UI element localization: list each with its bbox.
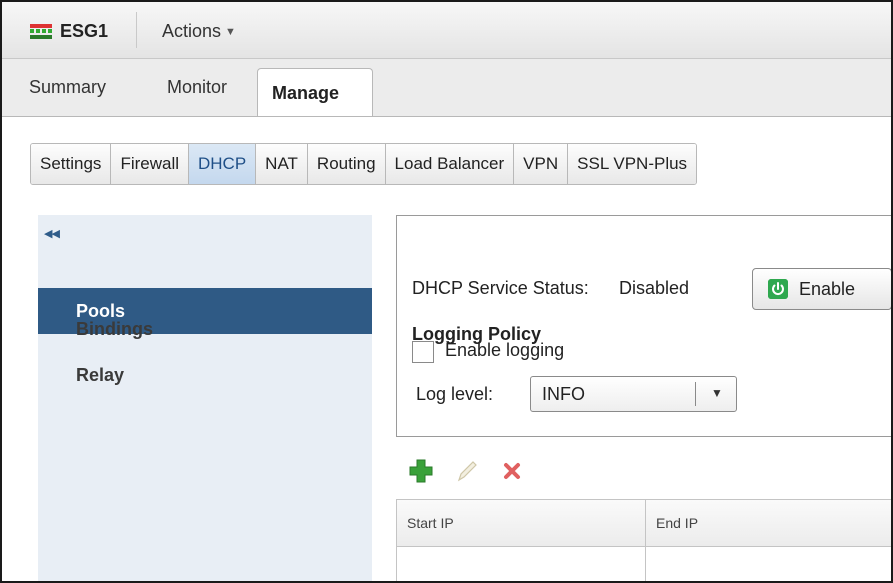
add-icon[interactable]	[408, 458, 434, 484]
title-bar: ESG1 Actions ▼	[2, 2, 891, 59]
column-start-ip[interactable]: Start IP	[407, 515, 454, 531]
select-divider	[695, 382, 696, 406]
delete-icon[interactable]	[499, 458, 525, 484]
actions-label: Actions	[162, 21, 222, 41]
service-status-value: Disabled	[619, 278, 690, 298]
enable-button-label: Enable	[799, 279, 856, 299]
subtab-firewall[interactable]: Firewall	[111, 144, 189, 184]
enable-logging-label: Enable logging	[445, 340, 565, 360]
subtab-routing[interactable]: Routing	[307, 144, 386, 184]
tab-summary[interactable]: Summary	[29, 77, 106, 98]
log-level-value: INFO	[542, 384, 585, 404]
column-divider	[645, 500, 646, 581]
edge-gateway-icon	[30, 24, 52, 39]
actions-menu[interactable]: Actions ▼	[162, 21, 236, 42]
pools-table: Start IP End IP	[396, 499, 891, 581]
edit-icon[interactable]	[454, 458, 480, 484]
window: ESG1 Actions ▼ Summary Monitor Manage Set…	[0, 0, 893, 583]
subtab-nat[interactable]: NAT	[256, 144, 308, 184]
tab-monitor[interactable]: Monitor	[167, 77, 227, 98]
dhcp-settings-panel: DHCP Service Status: Disabled Enable Log…	[396, 215, 891, 437]
subtab-settings[interactable]: Settings	[31, 144, 112, 184]
chevron-down-icon: ▼	[225, 26, 236, 38]
subtab-vpn[interactable]: VPN	[514, 144, 569, 184]
object-title: ESG1	[60, 21, 109, 41]
enable-button[interactable]: Enable	[752, 268, 891, 310]
double-chevron-left-icon[interactable]: ◀◀	[44, 227, 60, 240]
subtab-load-balancer[interactable]: Load Balancer	[385, 144, 515, 184]
log-level-select[interactable]: INFO ▼	[530, 376, 737, 412]
subtab-dhcp[interactable]: DHCP	[189, 144, 257, 184]
manage-subtabs: Settings Firewall DHCP NAT Routing Load …	[30, 143, 698, 185]
column-end-ip[interactable]: End IP	[656, 515, 698, 531]
title-separator	[136, 12, 137, 48]
main-tabs: Summary Monitor Manage	[2, 59, 891, 117]
tab-manage[interactable]: Manage	[257, 68, 373, 116]
log-level-label: Log level:	[416, 384, 494, 404]
subtab-ssl-vpn-plus[interactable]: SSL VPN-Plus	[568, 144, 697, 184]
enable-logging-checkbox[interactable]	[412, 341, 434, 363]
chevron-down-icon: ▼	[711, 386, 723, 400]
service-status-label: DHCP Service Status:	[412, 278, 589, 298]
power-icon	[768, 279, 788, 299]
sidebar-item-bindings[interactable]: Bindings	[38, 306, 372, 352]
dhcp-sidebar: ◀◀ Pools Bindings Relay	[38, 215, 372, 581]
sidebar-item-relay[interactable]: Relay	[38, 352, 372, 398]
